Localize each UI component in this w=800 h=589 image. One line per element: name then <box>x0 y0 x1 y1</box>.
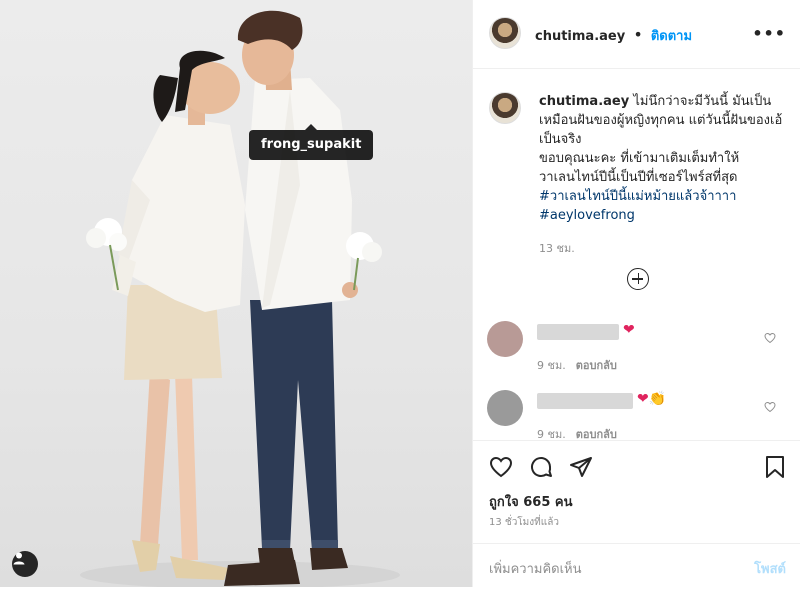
caption-time: 13 ชม. <box>539 242 575 255</box>
comment-time: 9 ชม. <box>537 359 566 372</box>
post-timestamp[interactable]: 13 ชั่วโมงที่แล้ว <box>489 515 559 530</box>
post-header: chutima.aey • ติดตาม ••• <box>473 0 800 69</box>
post-actions-section: ถูกใจ 665 คน 13 ชั่วโมงที่แล้ว เพิ่มความ… <box>473 440 800 588</box>
comment-meta: 9 ชม. ตอบกลับ <box>537 356 617 374</box>
caption-text-2: ขอบคุณนะคะ ที่เข้ามาเติมเต็มทำให้วาเลนไท… <box>539 151 740 185</box>
comment-like-heart-icon[interactable] <box>764 332 776 344</box>
comment-text: ❤👏 <box>637 391 667 407</box>
header-user-row: chutima.aey • ติดตาม <box>535 25 692 46</box>
couple-photo-illustration <box>80 10 400 587</box>
more-options-icon[interactable]: ••• <box>752 24 786 43</box>
comment-input[interactable]: เพิ่มความคิดเห็น <box>489 558 582 579</box>
person-icon <box>13 552 25 565</box>
comment-icon[interactable] <box>529 455 553 479</box>
caption-username[interactable]: chutima.aey <box>539 94 629 109</box>
share-icon[interactable] <box>569 455 593 479</box>
reply-button[interactable]: ตอบกลับ <box>576 359 617 372</box>
comment-avatar[interactable] <box>487 390 523 426</box>
post-caption: chutima.aey ไม่นึกว่าจะมีวันนี้ มันเป็นเ… <box>539 92 789 258</box>
post-photo[interactable]: frong_supakit <box>0 0 472 587</box>
comment-avatar[interactable] <box>487 321 523 357</box>
follow-button[interactable]: ติดตาม <box>651 29 692 44</box>
comment-like-heart-icon[interactable] <box>764 401 776 413</box>
bookmark-icon[interactable] <box>764 455 786 479</box>
author-username[interactable]: chutima.aey <box>535 29 625 44</box>
comment-username-blurred[interactable] <box>537 324 619 340</box>
header-separator: • <box>633 25 643 44</box>
post-side-panel: chutima.aey • ติดตาม ••• chutima.aey ไม่… <box>472 0 800 587</box>
post-comment-button[interactable]: โพสต์ <box>754 558 786 579</box>
comment-username-blurred[interactable] <box>537 393 633 409</box>
comment-text: ❤ <box>623 322 635 338</box>
likes-count[interactable]: ถูกใจ 665 คน <box>489 491 572 512</box>
author-avatar[interactable] <box>489 17 521 49</box>
instagram-post-view: frong_supakit chutima.aey • ติดตาม ••• c… <box>0 0 800 587</box>
load-more-comments-plus-circle-icon[interactable] <box>627 268 649 290</box>
user-tags-button[interactable] <box>12 551 38 577</box>
hashtag-link-2[interactable]: #aeylovefrong <box>539 208 635 223</box>
caption-avatar[interactable] <box>489 92 521 124</box>
add-comment-bar: เพิ่มความคิดเห็น โพสต์ <box>473 543 800 589</box>
hashtag-link[interactable]: #วาเลนไทน์ปีนี้แม่หม้ายแล้วจ้าาาา <box>539 189 736 204</box>
user-tag-label[interactable]: frong_supakit <box>249 124 374 160</box>
heart-icon[interactable] <box>489 455 513 479</box>
